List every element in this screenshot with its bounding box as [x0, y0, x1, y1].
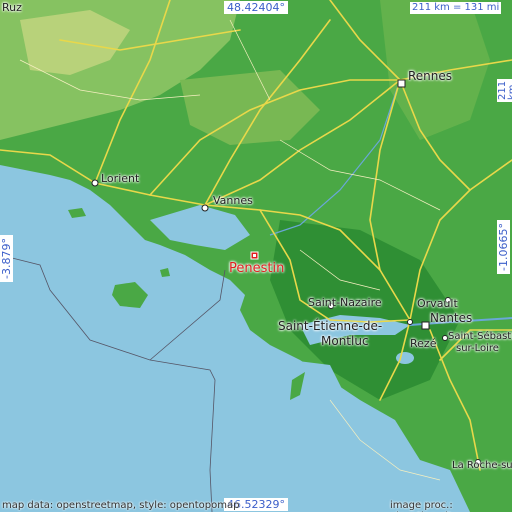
coord-right: -1.0665°	[497, 220, 510, 274]
maritime-boundary	[0, 254, 216, 512]
place-label-lorient: Lorient	[101, 172, 140, 185]
place-label-saint-nazaire: Saint-Nazaire	[308, 296, 382, 309]
island-groix	[68, 208, 86, 218]
place-label-orvault: Orvault	[417, 297, 458, 310]
attribution-right: image proc.: elevation.city	[390, 500, 458, 512]
belle-ile	[112, 282, 148, 308]
island-small	[160, 268, 170, 277]
scale-vertical: 211 km = 131 mi	[497, 78, 512, 102]
attribution-left: map data: openstreetmap, style: opentopo…	[2, 500, 240, 511]
place-label-la-roche: La Roche-sur-	[452, 460, 512, 471]
place-label-nantes: Nantes	[430, 311, 473, 325]
place-label-penestin: Penestin	[229, 261, 285, 276]
place-label-ruz: Ruz	[2, 1, 22, 14]
place-label-vannes: Vannes	[213, 194, 253, 207]
place-label-montluc: Montluc	[321, 334, 369, 348]
place-label-reze: Rezé	[410, 337, 437, 350]
place-label-saint-sebastien-1: Saint-Sébastien-	[448, 331, 512, 342]
place-label-rennes: Rennes	[408, 69, 453, 83]
maritime-boundary-2	[149, 269, 226, 361]
scale-horizontal: 211 km = 131 mi	[410, 2, 502, 14]
coord-left: -3.879°	[0, 235, 13, 282]
place-label-saint-etienne: Saint-Étienne-de-	[278, 319, 383, 333]
map-view[interactable]: Ruz Rennes Lorient Vannes Penestin Saint…	[0, 0, 512, 512]
coord-top: 48.42404°	[224, 1, 288, 14]
place-label-saint-sebastien-2: sur-Loire	[456, 343, 499, 354]
